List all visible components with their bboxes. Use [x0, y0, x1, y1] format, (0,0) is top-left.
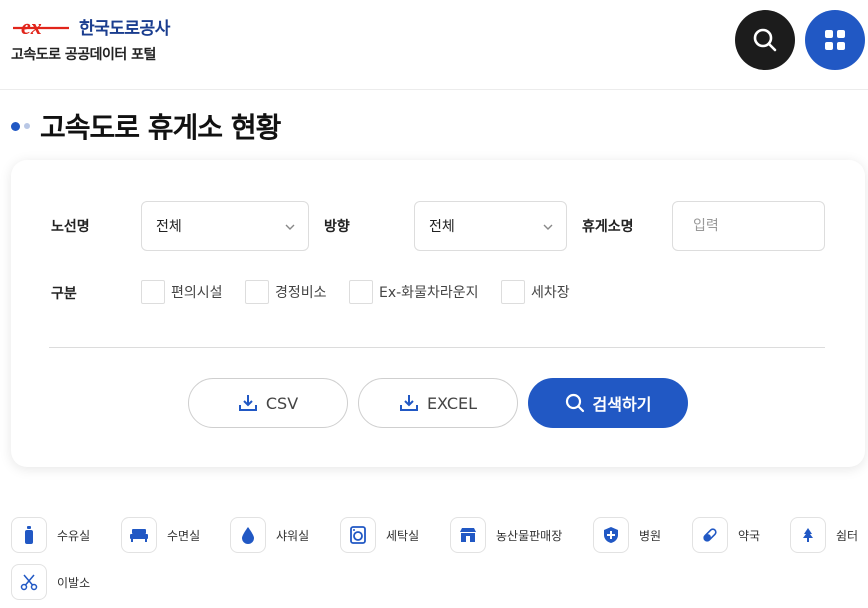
category-checkbox-convenience[interactable]: 편의시설 — [141, 280, 223, 304]
washing-machine-icon — [340, 517, 376, 553]
ex-logo-icon: ex — [13, 15, 69, 39]
chevron-down-icon — [285, 224, 295, 230]
checkbox-label: 편의시설 — [171, 285, 223, 301]
svg-text:ex: ex — [21, 15, 42, 39]
route-label: 노선명 — [51, 219, 90, 235]
checkbox-label: Ex-화물차라운지 — [379, 285, 479, 301]
header-menu-button[interactable] — [805, 10, 865, 70]
page-title: 고속도로 휴게소 현황 — [40, 111, 281, 144]
amenity-barber: 이발소 — [11, 564, 90, 600]
amenity-label: 수유실 — [57, 528, 91, 543]
grid-menu-icon — [825, 30, 845, 50]
search-button-label: 검색하기 — [592, 395, 652, 414]
download-icon — [399, 395, 418, 411]
excel-download-button[interactable]: EXCEL — [358, 378, 518, 428]
checkbox-box[interactable] — [501, 280, 525, 304]
site-header: ex 한국도로공사 고속도로 공공데이터 포털 — [0, 0, 868, 90]
amenity-nursing-room: 수유실 — [11, 517, 90, 553]
download-icon — [238, 395, 257, 411]
water-drop-icon — [230, 517, 266, 553]
divider — [49, 347, 825, 348]
csv-download-button[interactable]: CSV — [188, 378, 348, 428]
checkbox-box[interactable] — [349, 280, 373, 304]
portal-name: 고속도로 공공데이터 포털 — [11, 47, 156, 63]
baby-bottle-icon — [11, 517, 47, 553]
category-checkbox-maintenance[interactable]: 경정비소 — [245, 280, 327, 304]
amenity-laundry-room: 세탁실 — [340, 517, 419, 553]
amenity-shelter: 쉼터 — [790, 517, 858, 553]
search-panel: 노선명 전체 방향 전체 휴게소명 구분 편의시설 경정비소 Ex-화물차라운지… — [11, 160, 865, 467]
chevron-down-icon — [543, 224, 553, 230]
category-checkbox-car-wash[interactable]: 세차장 — [501, 280, 570, 304]
amenity-label: 세탁실 — [386, 528, 420, 543]
amenity-label: 농산물판매장 — [496, 528, 563, 543]
amenity-label: 약국 — [738, 528, 761, 543]
amenity-shower-room: 샤워실 — [230, 517, 309, 553]
search-submit-button[interactable]: 검색하기 — [528, 378, 688, 428]
direction-label: 방향 — [324, 219, 350, 235]
search-icon — [753, 28, 777, 52]
amenity-label: 쉼터 — [836, 528, 859, 543]
checkbox-label: 세차장 — [531, 285, 570, 301]
rest-area-label: 휴게소명 — [582, 219, 634, 235]
amenity-hospital: 병원 — [593, 517, 661, 553]
scissors-icon — [11, 564, 47, 600]
amenity-label: 수면실 — [167, 528, 201, 543]
direction-select-value: 전체 — [429, 219, 455, 235]
excel-button-label: EXCEL — [426, 393, 478, 413]
csv-button-label: CSV — [265, 393, 299, 413]
tree-icon — [790, 517, 826, 553]
medical-shield-icon — [593, 517, 629, 553]
logo[interactable]: ex 한국도로공사 — [11, 14, 170, 39]
bed-icon — [121, 517, 157, 553]
amenity-farm-store: 농산물판매장 — [450, 517, 562, 553]
brand-name: 한국도로공사 — [79, 19, 170, 39]
route-select[interactable]: 전체 — [141, 201, 309, 251]
checkbox-box[interactable] — [141, 280, 165, 304]
amenity-pharmacy: 약국 — [692, 517, 760, 553]
direction-select[interactable]: 전체 — [414, 201, 567, 251]
page-title-area: 고속도로 휴게소 현황 — [11, 106, 281, 146]
checkbox-box[interactable] — [245, 280, 269, 304]
amenity-sleeping-room: 수면실 — [121, 517, 200, 553]
checkbox-label: 경정비소 — [275, 285, 327, 301]
category-label: 구분 — [51, 286, 77, 302]
amenity-label: 샤워실 — [276, 528, 310, 543]
title-dots-icon — [11, 121, 30, 131]
category-checkbox-truck-lounge[interactable]: Ex-화물차라운지 — [349, 280, 478, 304]
search-icon — [565, 393, 584, 413]
pill-icon — [692, 517, 728, 553]
route-select-value: 전체 — [156, 219, 182, 235]
store-icon — [450, 517, 486, 553]
amenity-label: 이발소 — [57, 575, 91, 590]
rest-area-input[interactable] — [672, 201, 825, 251]
header-search-button[interactable] — [735, 10, 795, 70]
amenity-label: 병원 — [639, 528, 662, 543]
